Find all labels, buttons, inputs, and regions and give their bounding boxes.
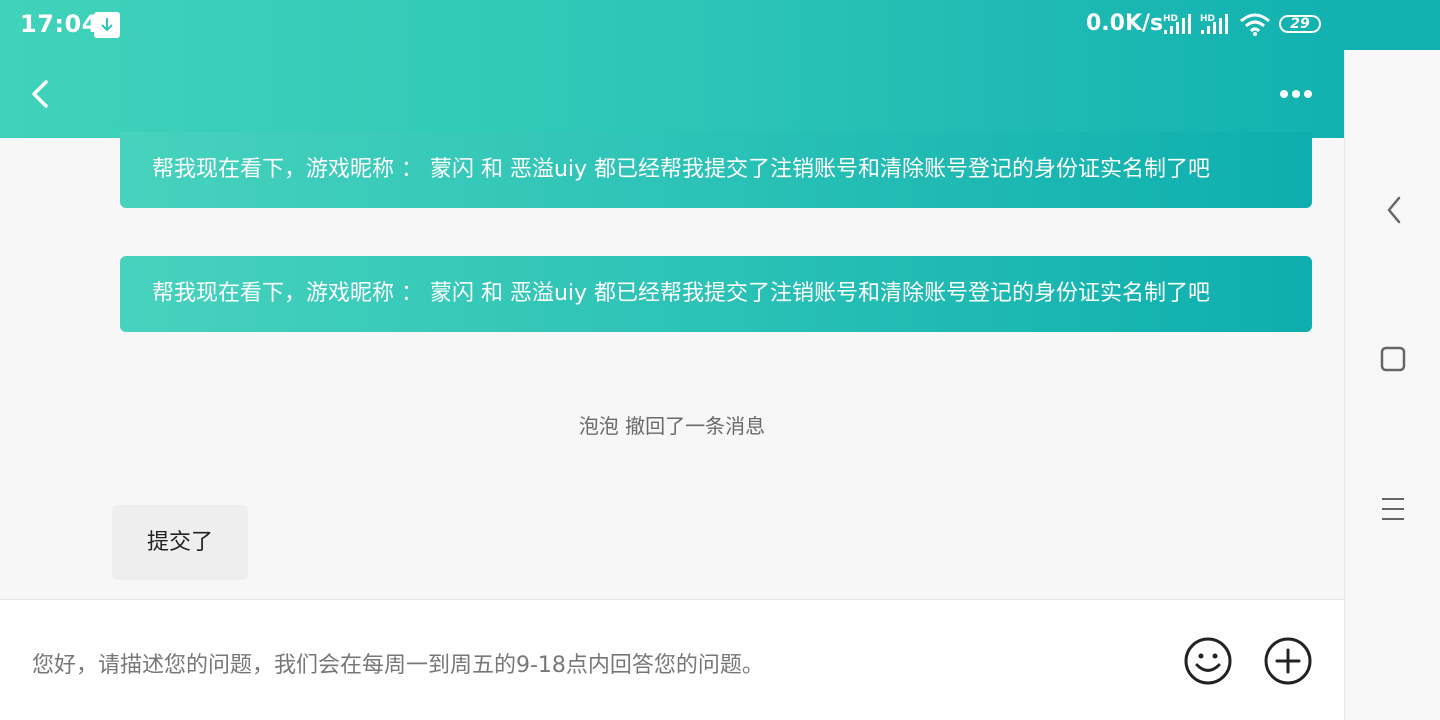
clock: 17:04 [20, 10, 99, 38]
status-bar: 17:04 0.0K/s HD HD 29 [0, 0, 1440, 50]
download-icon [94, 12, 120, 38]
message-bubble-sent[interactable]: 帮我现在看下，游戏昵称 ： 蒙闪 和 恶溢uiy 都已经帮我提交了注销账号和清除… [120, 132, 1312, 208]
message-text: 帮我现在看下，游戏昵称 ： 蒙闪 和 恶溢uiy 都已经帮我提交了注销账号和清除… [152, 157, 1211, 182]
message-bubble-received[interactable]: 提交了 [112, 505, 248, 580]
message-bubble-sent[interactable]: 帮我现在看下，游戏昵称 ： 蒙闪 和 恶溢uiy 都已经帮我提交了注销账号和清除… [120, 256, 1312, 332]
nav-home-icon[interactable] [1377, 342, 1409, 378]
signal-icon: HD [1200, 14, 1228, 34]
input-bar: 您好，请描述您的问题，我们会在每周一到周五的9-18点内回答您的问题。 [0, 599, 1344, 720]
more-options-button[interactable] [1272, 78, 1322, 110]
message-text: 提交了 [146, 530, 213, 555]
nav-back-icon[interactable] [1377, 190, 1409, 230]
network-speed: 0.0K/s [1086, 11, 1164, 36]
message-input[interactable]: 您好，请描述您的问题，我们会在每周一到周五的9-18点内回答您的问题。 [32, 647, 764, 679]
nav-menu-icon[interactable] [1377, 492, 1409, 528]
signal-icon: HD [1163, 14, 1191, 34]
add-attachment-button[interactable] [1263, 636, 1313, 686]
back-button[interactable] [24, 74, 60, 114]
chat-screen: 帮我现在看下，游戏昵称 ： 蒙闪 和 恶溢uiy 都已经帮我提交了注销账号和清除… [0, 0, 1344, 720]
message-text: 帮我现在看下，游戏昵称 ： 蒙闪 和 恶溢uiy 都已经帮我提交了注销账号和清除… [152, 281, 1211, 306]
system-nav-bar [1344, 50, 1440, 720]
battery-indicator: 29 [1279, 15, 1321, 33]
emoji-button[interactable] [1183, 636, 1233, 686]
svg-text:HD: HD [1163, 14, 1178, 24]
recall-notice: 泡泡 撤回了一条消息 [578, 414, 766, 438]
svg-text:HD: HD [1200, 14, 1215, 24]
wifi-icon [1240, 13, 1270, 36]
